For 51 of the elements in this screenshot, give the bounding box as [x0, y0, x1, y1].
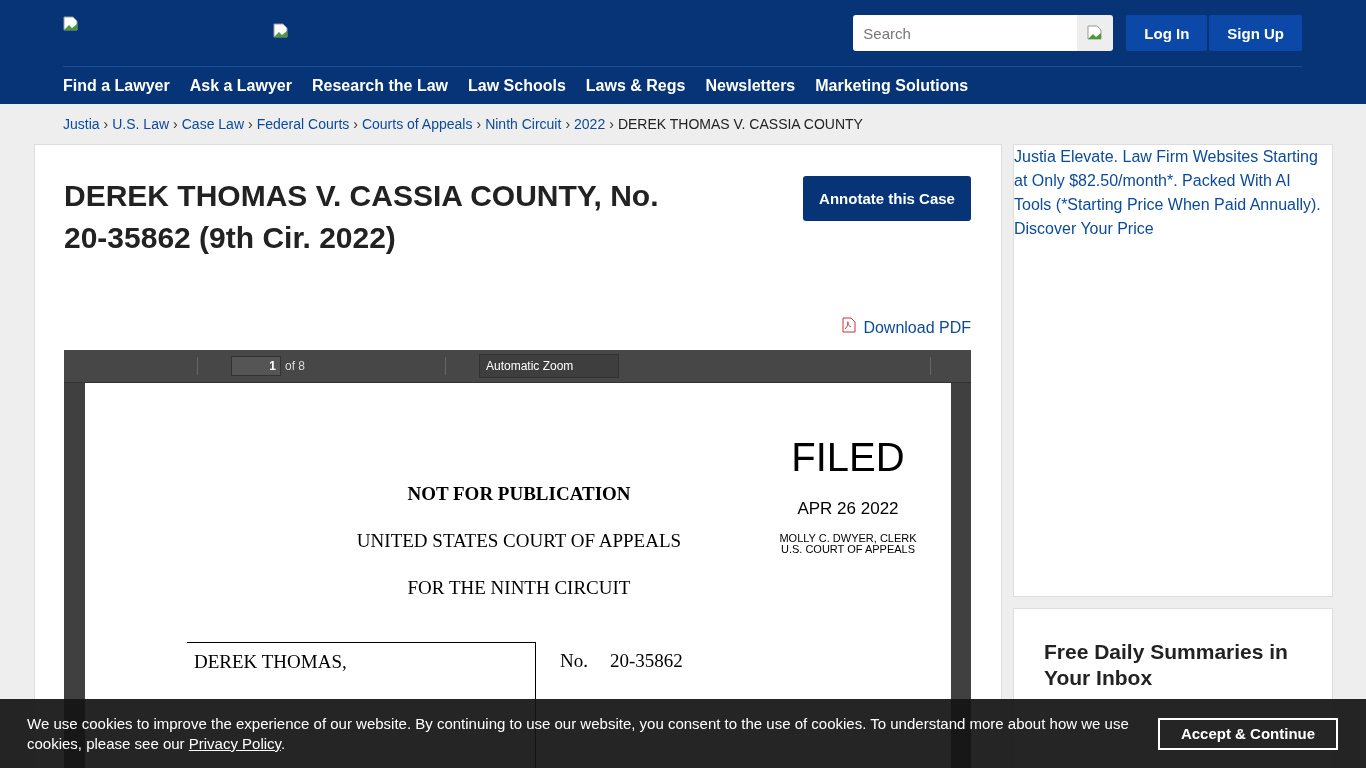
breadcrumb-link[interactable]: Case Law	[181, 116, 244, 132]
breadcrumb-separator: ›	[248, 116, 253, 132]
zoom-select[interactable]: Automatic Zoom	[479, 354, 619, 378]
case-number-label: No.	[560, 650, 588, 672]
nav-link[interactable]: Research the Law	[312, 76, 449, 95]
document-heading: UNITED STATES COURT OF APPEALS	[356, 530, 682, 551]
breadcrumb-current: DEREK THOMAS V. CASSIA COUNTY	[617, 116, 863, 132]
document-heading: NOT FOR PUBLICATION	[407, 483, 631, 504]
nav-link[interactable]: Ask a Lawyer	[189, 76, 292, 95]
breadcrumb-separator: ›	[565, 116, 571, 132]
search-field[interactable]: Search	[853, 15, 1078, 51]
page-number-field[interactable]: 1	[231, 356, 281, 376]
breadcrumb-separator: ›	[353, 116, 358, 132]
download-pdf-link[interactable]: Download PDF	[863, 319, 971, 337]
breadcrumb-separator: ›	[173, 116, 178, 132]
breadcrumb-link[interactable]: Ninth Circuit	[485, 116, 562, 132]
nav-link[interactable]: Law Schools	[468, 76, 566, 95]
breadcrumb-link[interactable]: 2022	[574, 116, 606, 132]
newsletter-title: Free Daily Summaries in Your Inbox	[1044, 639, 1289, 691]
broken-image-icon	[63, 16, 79, 32]
party-name: DEREK THOMAS,	[194, 651, 347, 672]
broken-image-icon	[1087, 25, 1104, 41]
clerk-line: MOLLY C. DWYER, CLERK	[779, 533, 917, 544]
accept-button[interactable]: Accept & Continue	[1158, 717, 1338, 750]
filed-label: FILED	[791, 435, 905, 479]
breadcrumb-separator: ›	[476, 116, 482, 132]
document-heading: FOR THE NINTH CIRCUIT	[407, 577, 631, 598]
breadcrumb-link[interactable]: Courts of Appeals	[361, 116, 473, 132]
nav-link[interactable]: Marketing Solutions	[815, 76, 969, 95]
case-number: 20-35862	[610, 650, 683, 672]
sign-up-button[interactable]: Sign Up	[1209, 15, 1302, 51]
privacy-policy-link[interactable]: Privacy Policy	[188, 734, 281, 752]
breadcrumb-separator: ›	[103, 116, 109, 132]
breadcrumb-separator: ›	[609, 116, 614, 132]
case-title: DEREK THOMAS V. CASSIA COUNTY, No. 20-35862 (9th Cir. 2022)	[64, 178, 660, 256]
cookie-message: We use cookies to improve the experience of our website. By continuing to use our website, you consent to the use of cookies. To understand more about how we use cookies, please see our Privacy Policy.	[27, 713, 1130, 754]
breadcrumb-link[interactable]: Justia	[63, 116, 100, 132]
breadcrumb-link[interactable]: U.S. Law	[112, 116, 170, 132]
clerk-line: U.S. COURT OF APPEALS	[780, 544, 916, 555]
nav-link[interactable]: Laws & Regs	[585, 76, 686, 95]
nav-link[interactable]: Find a Lawyer	[63, 76, 170, 95]
page-count: of 8	[285, 359, 306, 373]
log-in-button[interactable]: Log In	[1126, 15, 1208, 51]
breadcrumb-link[interactable]: Federal Courts	[256, 116, 350, 132]
ad-link[interactable]: Justia Elevate. Law Firm Websites Starting at Only $82.50/month*. Packed With AI Tools (*Starting Price When Paid Annually). Discover Your Price	[1014, 145, 1332, 241]
nav-link[interactable]: Newsletters	[705, 76, 796, 95]
broken-image-icon	[273, 23, 289, 39]
search-button[interactable]	[1077, 15, 1114, 51]
pdf-icon	[841, 317, 858, 333]
filed-date: APR 26 2022	[797, 499, 899, 519]
annotate-button[interactable]: Annotate this Case	[803, 176, 971, 221]
